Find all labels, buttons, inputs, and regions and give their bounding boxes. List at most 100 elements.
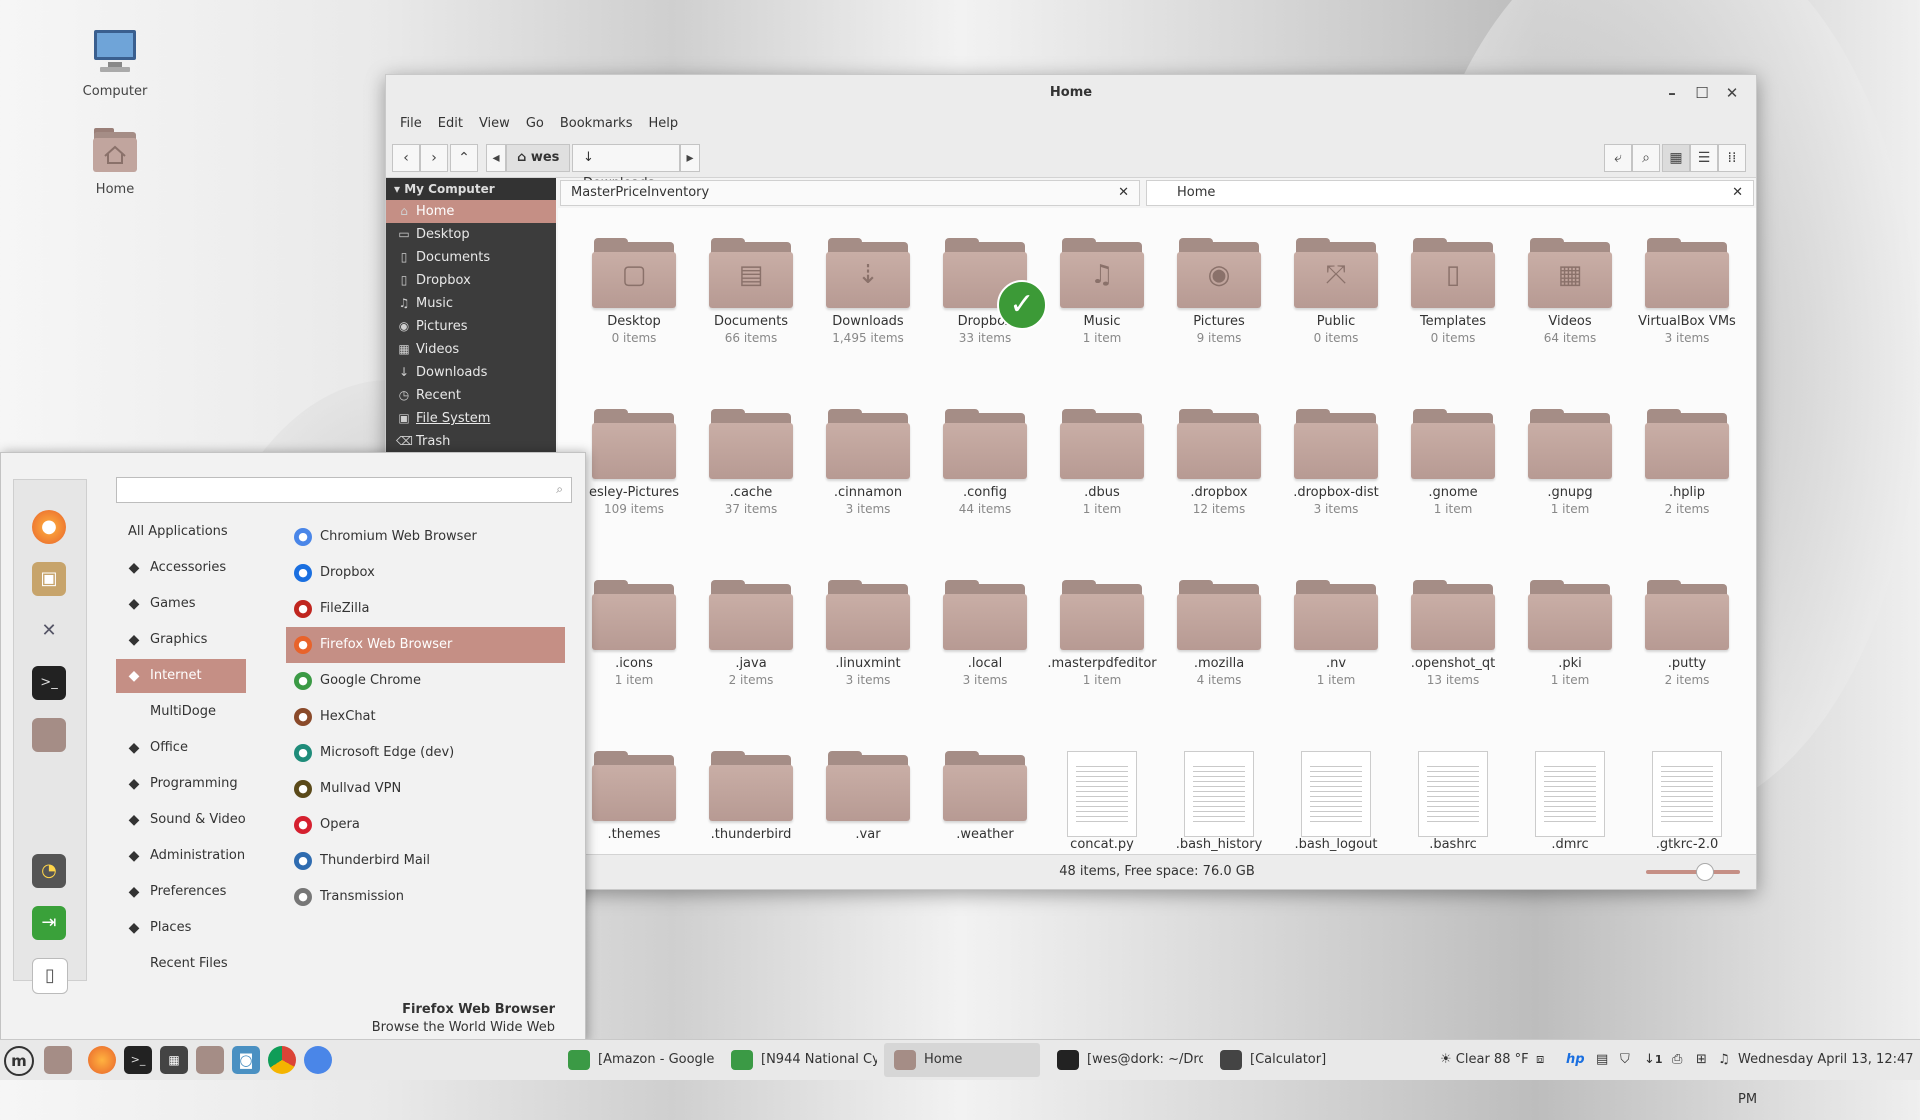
folder-item[interactable]: .dropbox 12 items (1163, 409, 1275, 517)
menu-app-dropbox[interactable]: ● Dropbox (286, 555, 565, 591)
menu-category-programming[interactable]: ◆ Programming (116, 767, 246, 801)
menu-app-chromium-web-browser[interactable]: ● Chromium Web Browser (286, 519, 565, 555)
menu-go[interactable]: Go (518, 111, 552, 137)
folder-item[interactable]: ♫ Music 1 item (1046, 238, 1158, 346)
compact-view-button[interactable]: ⁞⁞ (1718, 144, 1746, 172)
files-icon[interactable] (44, 1046, 72, 1074)
location-toggle-button[interactable]: ⤶ (1604, 144, 1632, 172)
menu-app-transmission[interactable]: ● Transmission (286, 879, 565, 915)
folder-icon[interactable] (196, 1046, 224, 1074)
tab-home[interactable]: Home ✕ (1146, 180, 1754, 206)
zoom-slider-knob[interactable] (1696, 863, 1715, 881)
file-item[interactable]: .gtkrc-2.0 (1631, 751, 1743, 853)
folder-item[interactable]: ▦ Videos 64 items (1514, 238, 1626, 346)
maximize-icon[interactable]: ☐ (1688, 75, 1716, 111)
icon-view-button[interactable]: ▦ (1662, 144, 1690, 172)
folder-item[interactable]: ◉ Pictures 9 items (1163, 238, 1275, 346)
chromium-icon[interactable] (304, 1046, 332, 1074)
folder-item[interactable]: .cache 37 items (695, 409, 807, 517)
terminal-icon[interactable]: >_ (32, 666, 66, 700)
menu-help[interactable]: Help (640, 111, 686, 137)
calculator-icon[interactable]: ▦ (160, 1046, 188, 1074)
back-button[interactable]: ‹ (392, 144, 420, 172)
menu-file[interactable]: File (392, 111, 430, 137)
sidebar-item-trash[interactable]: ⌫ Trash (386, 430, 556, 453)
terminal-icon[interactable]: >_ (124, 1046, 152, 1074)
folder-item[interactable]: .icons 1 item (578, 580, 690, 688)
menu-category-administration[interactable]: ◆ Administration (116, 839, 246, 873)
chrome-icon[interactable] (268, 1046, 296, 1074)
file-item[interactable]: .dmrc (1514, 751, 1626, 853)
sidebar-item-home[interactable]: ⌂ Home (386, 200, 556, 223)
sidebar-item-recent[interactable]: ◷ Recent (386, 384, 556, 407)
folder-item[interactable]: esley-Pictures 109 items (578, 409, 690, 517)
dropbox-tray-icon[interactable]: ⧈ (1536, 1040, 1544, 1080)
weather-indicator[interactable]: ☀ Clear 88 °F (1440, 1040, 1529, 1080)
folder-item[interactable]: .linuxmint 3 items (812, 580, 924, 688)
printer-tray-icon[interactable]: ⎙ (1672, 1040, 1682, 1080)
folder-item[interactable]: .dbus 1 item (1046, 409, 1158, 517)
file-item[interactable]: .bash_history (1163, 751, 1275, 853)
folder-item[interactable]: .gnome 1 item (1397, 409, 1509, 517)
menu-app-hexchat[interactable]: ● HexChat (286, 699, 565, 735)
up-button[interactable]: ⌃ (450, 144, 478, 172)
mint-menu-icon[interactable]: m (4, 1046, 34, 1076)
folder-item[interactable]: .pki 1 item (1514, 580, 1626, 688)
menu-app-thunderbird-mail[interactable]: ● Thunderbird Mail (286, 843, 565, 879)
close-icon[interactable]: ✕ (1732, 181, 1743, 205)
firefox-icon[interactable]: ● (32, 510, 66, 544)
menu-app-opera[interactable]: ● Opera (286, 807, 565, 843)
menu-bookmarks[interactable]: Bookmarks (552, 111, 641, 137)
folder-icon[interactable] (32, 718, 66, 752)
folder-item[interactable]: .masterpdfeditor 1 item (1046, 580, 1158, 688)
clock[interactable]: Wednesday April 13, 12:47 PM (1738, 1040, 1920, 1107)
folder-item[interactable]: .dropbox-dist 3 items (1280, 409, 1392, 517)
folder-item[interactable]: .putty 2 items (1631, 580, 1743, 688)
breadcrumb-downloads[interactable]: ↓ Downloads (572, 144, 680, 191)
forward-button[interactable]: › (420, 144, 448, 172)
sidebar-heading[interactable]: ▾ My Computer (386, 178, 556, 200)
folder-item[interactable]: .gnupg 1 item (1514, 409, 1626, 517)
minimize-icon[interactable]: – (1658, 75, 1686, 111)
taskbar-task[interactable]: [Amazon - Google ... (558, 1043, 714, 1077)
menu-category-games[interactable]: ◆ Games (116, 587, 246, 621)
folder-item[interactable]: .mozilla 4 items (1163, 580, 1275, 688)
firefox-icon[interactable] (88, 1046, 116, 1074)
search-button[interactable]: ⌕ (1632, 144, 1660, 172)
menu-app-microsoft-edge-dev[interactable]: ● Microsoft Edge (dev) (286, 735, 565, 771)
folder-item[interactable]: ▤ Documents 66 items (695, 238, 807, 346)
menu-category-recent-files[interactable]: Recent Files (116, 947, 246, 981)
sidebar-item-dropbox[interactable]: ▯ Dropbox (386, 269, 556, 292)
file-item[interactable]: concat.py (1046, 751, 1158, 853)
menu-category-accessories[interactable]: ◆ Accessories (116, 551, 246, 585)
sidebar-item-pictures[interactable]: ◉ Pictures (386, 315, 556, 338)
menu-category-office[interactable]: ◆ Office (116, 731, 246, 765)
close-icon[interactable]: ✕ (1118, 181, 1129, 205)
folder-item[interactable]: .openshot_qt 13 items (1397, 580, 1509, 688)
logout-icon[interactable]: ⇥ (32, 906, 66, 940)
desktop-icon-computer[interactable]: Computer (65, 26, 165, 99)
folder-item[interactable]: ⇣ Downloads 1,495 items (812, 238, 924, 346)
screenshot-icon[interactable]: ◙ (232, 1046, 260, 1074)
folder-item[interactable]: .nv 1 item (1280, 580, 1392, 688)
menu-app-google-chrome[interactable]: ● Google Chrome (286, 663, 565, 699)
folder-item[interactable]: ▯ Templates 0 items (1397, 238, 1509, 346)
sidebar-item-desktop[interactable]: ▭ Desktop (386, 223, 556, 246)
sidebar-item-videos[interactable]: ▦ Videos (386, 338, 556, 361)
breadcrumb-right-button[interactable]: ▸ (680, 144, 700, 172)
tab-masterpriceinventory[interactable]: MasterPriceInventory ✕ (560, 180, 1140, 206)
list-view-button[interactable]: ☰ (1690, 144, 1718, 172)
taskbar-task[interactable]: [wes@dork: ~/Dro... (1047, 1043, 1203, 1077)
folder-item[interactable]: .local 3 items (929, 580, 1041, 688)
menu-view[interactable]: View (471, 111, 518, 137)
sidebar-item-music[interactable]: ♫ Music (386, 292, 556, 315)
folder-item[interactable]: ▢ Desktop 0 items (578, 238, 690, 346)
file-item[interactable]: .bashrc (1397, 751, 1509, 853)
folder-item[interactable]: .thunderbird (695, 751, 807, 843)
folder-item[interactable]: .weather (929, 751, 1041, 843)
desktop-icon-home[interactable]: Home (65, 126, 165, 197)
folder-item[interactable]: .var (812, 751, 924, 843)
folder-item[interactable]: ✓ Dropbox 33 items (929, 238, 1047, 346)
shield-tray-icon[interactable]: ⛉ (1620, 1040, 1630, 1080)
breadcrumb-left-button[interactable]: ◂ (486, 144, 506, 172)
